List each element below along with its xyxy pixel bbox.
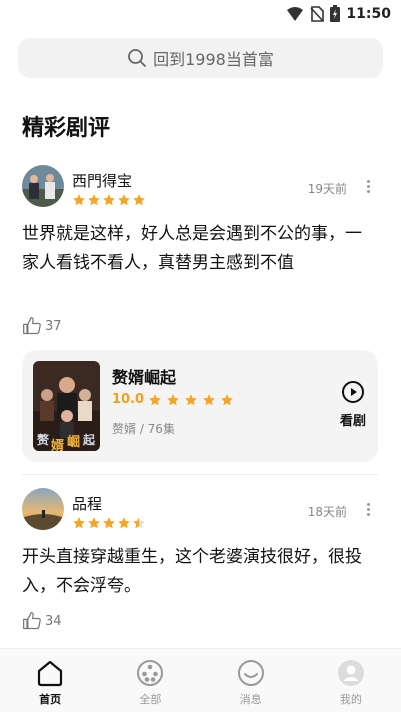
star-icon (73, 194, 85, 206)
wifi-icon (287, 6, 304, 21)
half-star-icon (133, 517, 145, 529)
status-bar: 11:50 (0, 0, 401, 28)
tab-all[interactable]: 全部 (100, 649, 200, 712)
tab-label: 全部 (139, 692, 162, 706)
username[interactable]: 品程 (72, 493, 102, 514)
rating-stars (72, 193, 146, 207)
star-icon (103, 517, 115, 529)
drama-poster[interactable]: 赘 婿 崛 起 (33, 361, 100, 451)
search-text: 回到1998当首富 (153, 50, 274, 69)
star-icon (103, 194, 115, 206)
bottom-tab-bar: 首页 全部 消息 我的 (0, 648, 401, 712)
home-icon (38, 660, 63, 686)
review-time: 18天前 (307, 505, 347, 519)
drama-title: 赘婿崛起 (112, 368, 177, 387)
search-bar[interactable]: 回到1998当首富 (18, 38, 383, 78)
watch-button[interactable]: 看剧 (340, 380, 366, 429)
poster-title-char: 崛 (67, 435, 81, 450)
drama-score: 10.0 (112, 392, 145, 407)
status-time: 11:50 (346, 5, 391, 22)
star-icon (149, 393, 161, 405)
star-icon (118, 194, 130, 206)
star-icon (221, 393, 233, 405)
username[interactable]: 西門得宝 (72, 170, 132, 191)
star-icon (203, 393, 215, 405)
tab-home[interactable]: 首页 (0, 649, 100, 712)
film-reel-icon (137, 659, 164, 686)
rating-stars (72, 516, 146, 530)
user-avatar[interactable] (22, 488, 64, 530)
drama-meta: 赘婿 / 76集 (112, 422, 175, 436)
drama-rating: 10.0 (112, 392, 234, 407)
tab-label: 首页 (39, 692, 62, 706)
no-sim-icon (310, 5, 325, 22)
drama-card[interactable]: 赘 婿 崛 起 赘婿崛起 10.0 赘婿 / 76集 看剧 (22, 350, 378, 462)
status-icons: 11:50 (286, 5, 391, 22)
tab-profile[interactable]: 我的 (301, 649, 401, 712)
review-time: 19天前 (307, 182, 347, 196)
poster-title-char: 起 (83, 433, 96, 447)
section-title: 精彩剧评 (22, 116, 111, 141)
thumbs-up-icon (23, 612, 41, 630)
watch-label: 看剧 (339, 414, 366, 429)
star-icon (73, 517, 85, 529)
tab-label: 我的 (339, 692, 362, 706)
star-icon (88, 194, 100, 206)
user-avatar[interactable] (22, 165, 64, 207)
thumbs-up-icon (23, 317, 41, 335)
review-content: 开头直接穿越重生，这个老婆演技很好，很投入，不会浮夸。 (22, 547, 362, 596)
poster-title-char: 婿 (51, 439, 65, 451)
star-icon (185, 393, 197, 405)
divider (22, 474, 378, 475)
poster-title-char: 赘 (37, 433, 50, 447)
star-icon (88, 517, 100, 529)
tab-label: 消息 (239, 692, 262, 706)
message-icon (237, 659, 264, 686)
like-button[interactable]: 34 (22, 611, 62, 631)
battery-icon (330, 5, 341, 22)
like-button[interactable]: 37 (22, 316, 62, 336)
like-count: 37 (45, 318, 62, 334)
search-icon (128, 49, 147, 67)
star-icon (133, 194, 145, 206)
profile-icon (337, 659, 364, 686)
more-options-icon[interactable] (365, 503, 371, 516)
play-circle-icon (341, 381, 364, 403)
like-count: 34 (45, 613, 62, 629)
tab-messages[interactable]: 消息 (201, 649, 301, 712)
more-options-icon[interactable] (365, 180, 371, 193)
star-icon (118, 517, 130, 529)
star-icon (167, 393, 179, 405)
review-content: 世界就是这样，好人总是会遇到不公的事，一家人看钱不看人，真替男主感到不值 (22, 224, 362, 273)
